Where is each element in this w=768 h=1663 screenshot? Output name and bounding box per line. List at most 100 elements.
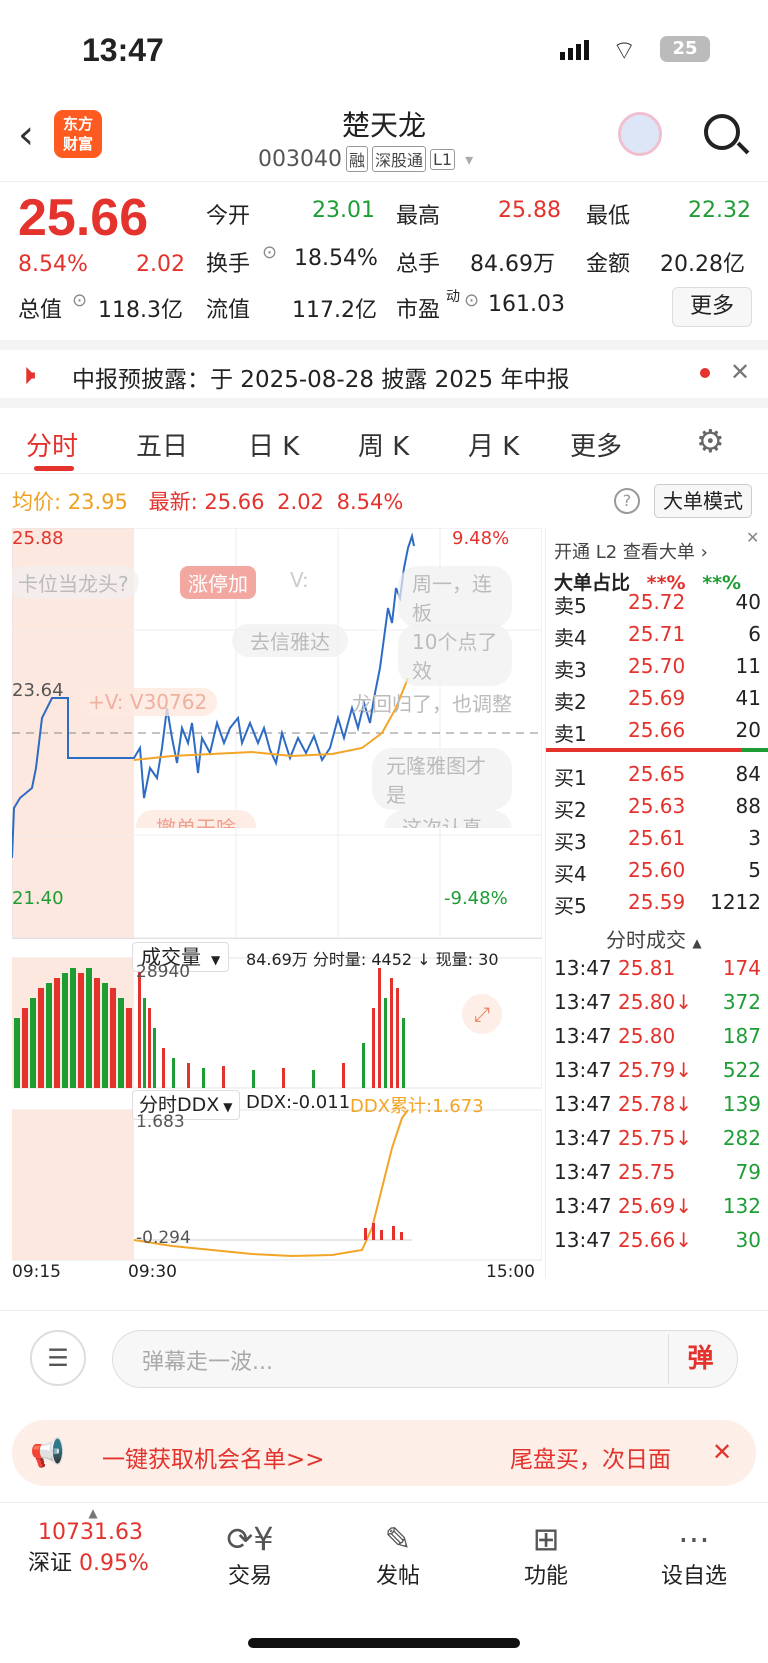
ask-row[interactable]: 卖4 25.71 6: [546, 622, 768, 652]
tab-add-watchlist-label: 设自选: [660, 1564, 727, 1589]
bid-volume: 88: [735, 794, 761, 818]
notice-text[interactable]: 中报预披露：于 2025-08-28 披露 2025 年中报: [72, 360, 569, 394]
l2-banner[interactable]: 开通 L2 查看大单 ›: [554, 538, 708, 564]
tick-price: 25.78↓: [618, 1092, 693, 1116]
big-order-mode-button[interactable]: 大单模式: [654, 484, 752, 518]
intraday-chart[interactable]: 25.88 9.48% 23.64 21.40 -9.48% 卡位当龙头? 涨停…: [12, 528, 542, 1282]
danmaku-item: 元隆雅图才是: [372, 748, 512, 810]
tick-volume: 174: [722, 956, 761, 980]
danmaku-item: 去信雅达: [232, 624, 348, 657]
bid-volume: 3: [748, 826, 761, 850]
bid-level: 买2: [554, 798, 587, 822]
bid-volume: 1212: [710, 890, 761, 914]
caret-down-icon: ▾: [465, 149, 474, 169]
volume-max: 28940: [136, 962, 191, 982]
order-book-panel: 开通 L2 查看大单 › ✕ 大单占比 **% **% 卖5 25.72 40 卖4 2…: [545, 528, 768, 1278]
time-label: 09:30: [128, 1262, 177, 1282]
close-icon[interactable]: ✕: [730, 358, 750, 386]
ask-row[interactable]: 卖3 25.70 11: [546, 654, 768, 684]
danmaku-send-button[interactable]: 弹: [668, 1334, 732, 1384]
bid-row[interactable]: 买1 25.65 84: [546, 762, 768, 792]
volume-label: 总手: [396, 252, 441, 277]
promo-left-text[interactable]: 一键获取机会名单>>: [102, 1440, 325, 1474]
mcap-label: 总值: [18, 298, 63, 323]
ddx-value: DDX:-0.011: [246, 1092, 351, 1113]
tab-daily-k[interactable]: 日 K: [248, 426, 299, 463]
tab-add-watchlist[interactable]: ⋯ 设自选: [644, 1520, 744, 1590]
battery-icon: 25: [660, 36, 710, 62]
tick-title[interactable]: 分时成交 ▲: [606, 924, 702, 953]
tab-functions[interactable]: ⊞ 功能: [496, 1520, 596, 1590]
last-pct: 8.54%: [336, 490, 404, 514]
tick-price: 25.80↓: [618, 990, 693, 1014]
more-quote-button[interactable]: 更多: [672, 287, 752, 327]
wifi-icon: ⌔: [612, 36, 637, 66]
close-icon[interactable]: ✕: [746, 528, 759, 547]
tab-weekly-k[interactable]: 周 K: [358, 426, 409, 463]
tick-row: 13:47 25.75↓ 282: [546, 1126, 768, 1156]
info-icon[interactable]: ⊙: [464, 290, 479, 311]
volume-bars: [14, 968, 405, 1088]
speaker-icon: 🕨: [18, 358, 36, 391]
settings-gear-icon[interactable]: ⚙: [696, 422, 725, 460]
search-icon[interactable]: [704, 114, 740, 150]
ask-level: 卖1: [554, 722, 587, 746]
period-tabs: 分时 五日 日 K 周 K 月 K 更多 ⚙: [0, 410, 768, 474]
robot-avatar-icon[interactable]: [618, 112, 662, 156]
help-icon[interactable]: ?: [614, 488, 640, 514]
tick-volume: 187: [722, 1024, 761, 1048]
info-icon[interactable]: ⊙: [72, 290, 87, 311]
home-indicator: [248, 1638, 520, 1648]
tick-price: 25.75: [618, 1160, 676, 1184]
bid-ask-divider: [546, 748, 768, 752]
close-icon[interactable]: ✕: [712, 1438, 732, 1466]
tick-price: 25.75↓: [618, 1126, 693, 1150]
tab-post[interactable]: ✎ 发帖: [348, 1520, 448, 1590]
bid-row[interactable]: 买2 25.63 88: [546, 794, 768, 824]
tab-five-day[interactable]: 五日: [136, 426, 188, 463]
pct-change: 8.54%: [18, 252, 88, 277]
last-chg: 2.02: [277, 490, 324, 514]
expand-icon[interactable]: ⤢: [462, 994, 502, 1034]
promo-right-text[interactable]: 尾盘买，次日面: [510, 1440, 671, 1474]
tick-volume: 132: [722, 1194, 761, 1218]
amount-value: 20.28亿: [660, 252, 745, 277]
time-label: 15:00: [486, 1262, 535, 1282]
tab-more[interactable]: 更多: [570, 426, 622, 463]
tab-trade[interactable]: ⟳¥ 交易: [200, 1520, 300, 1590]
ask-price: 25.72: [628, 590, 686, 614]
index-ticker[interactable]: ▲ 10731.63 深证 0.95%: [28, 1506, 178, 1577]
ask-volume: 40: [735, 590, 761, 614]
status-time: 13:47: [82, 32, 164, 68]
pe-value: 161.03: [488, 292, 565, 317]
signal-icon: [560, 40, 589, 60]
stock-subtitle[interactable]: 003040 融 深股通 L1 ▾: [258, 146, 473, 172]
tab-intraday[interactable]: 分时: [26, 426, 78, 463]
ddx-min: -0.294: [136, 1228, 191, 1248]
tick-volume: 30: [735, 1228, 761, 1252]
tick-volume: 282: [722, 1126, 761, 1150]
ask-row[interactable]: 卖2 25.69 41: [546, 686, 768, 716]
tick-title-text: 分时成交: [606, 928, 686, 952]
more-dots-icon: ⋯: [678, 1520, 710, 1558]
bid-row[interactable]: 买4 25.60 5: [546, 858, 768, 888]
ask-volume: 11: [735, 654, 761, 678]
avg-value: 23.95: [67, 490, 128, 514]
caret-up-icon: ▲: [88, 1506, 98, 1520]
index-name: 深证: [28, 1551, 73, 1576]
bid-row[interactable]: 买3 25.61 3: [546, 826, 768, 856]
comment-list-icon[interactable]: ☰: [30, 1330, 86, 1386]
info-icon[interactable]: ⊙: [262, 242, 277, 263]
tick-time: 13:47: [554, 1228, 612, 1252]
ask-row[interactable]: 卖5 25.72 40: [546, 590, 768, 620]
ask-row[interactable]: 卖1 25.66 20: [546, 718, 768, 748]
time-label: 09:15: [12, 1262, 61, 1282]
amount-label: 金额: [586, 252, 631, 277]
tab-monthly-k[interactable]: 月 K: [468, 426, 519, 463]
edit-icon: ✎: [384, 1520, 412, 1558]
tick-price: 25.79↓: [618, 1058, 693, 1082]
tick-price: 25.80: [618, 1024, 676, 1048]
battery-level: 25: [672, 38, 698, 59]
bid-row[interactable]: 买5 25.59 1212: [546, 890, 768, 920]
index-value: 10731.63: [38, 1520, 143, 1545]
